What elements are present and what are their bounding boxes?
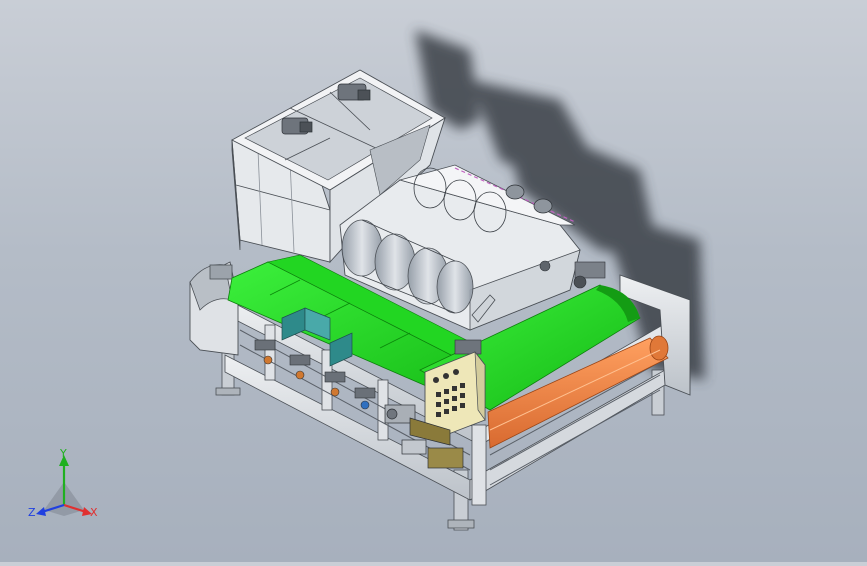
cad-viewport[interactable]: Y X Z — [0, 0, 867, 562]
axis-y-label: Y — [59, 447, 67, 460]
axis-x-label: X — [90, 506, 98, 519]
left-drive-housing — [189, 261, 239, 356]
model-canvas[interactable]: Y X Z — [0, 0, 867, 562]
axis-z-label: Z — [28, 506, 36, 519]
axis-triad: Y X Z — [28, 447, 98, 519]
